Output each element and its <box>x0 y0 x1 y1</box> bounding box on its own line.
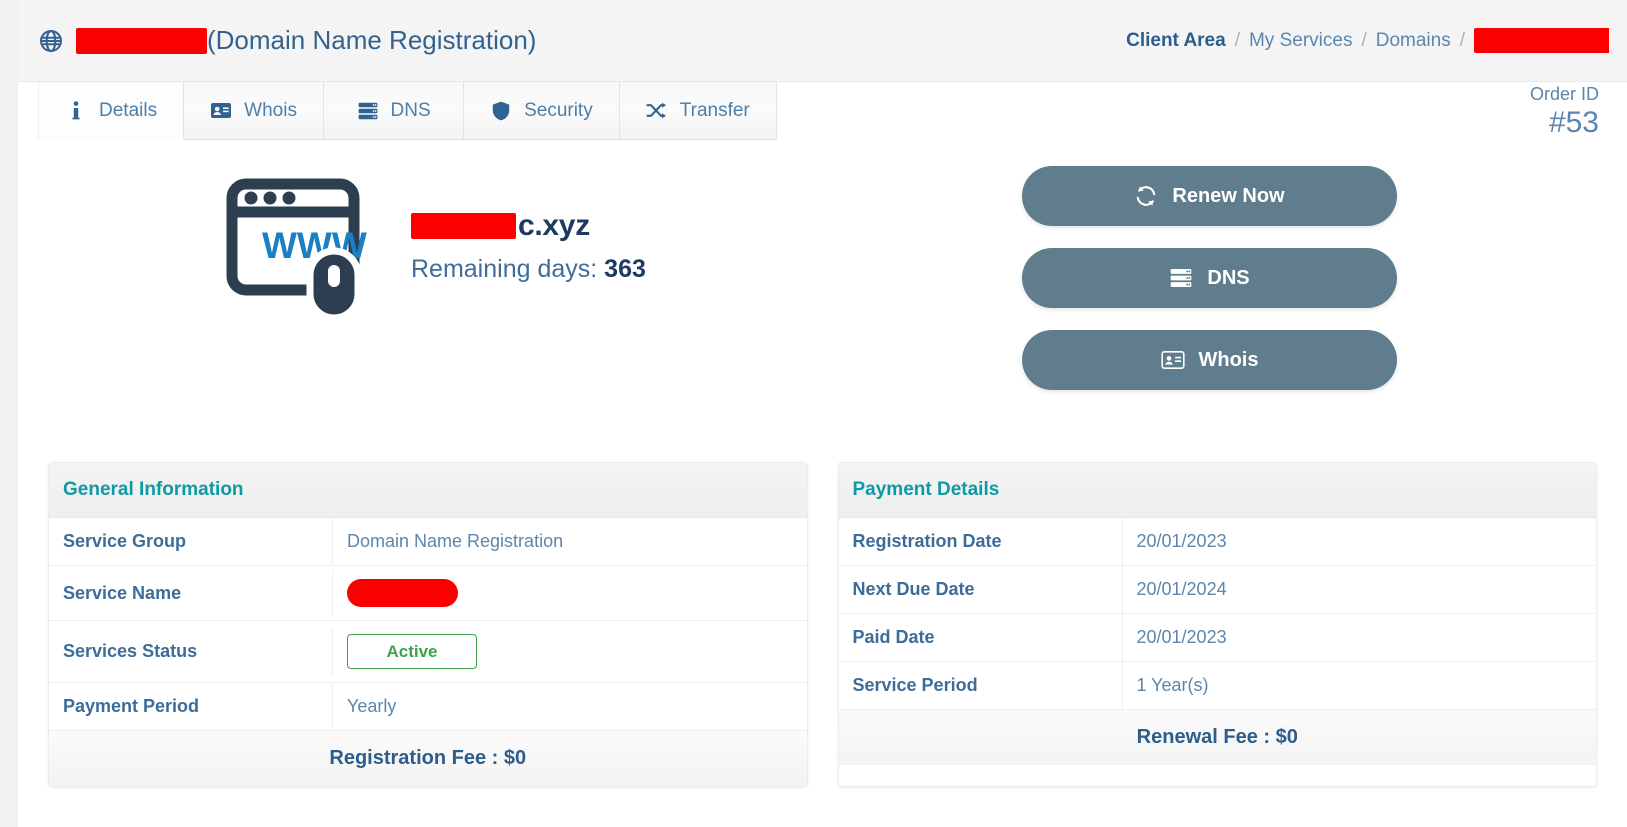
order-id-box: Order ID #53 <box>1530 84 1599 140</box>
tab-whois-label: Whois <box>244 100 297 121</box>
whois-button[interactable]: Whois <box>1022 330 1397 390</box>
domain-name: c.xyz <box>411 209 646 243</box>
registration-fee-footer: Registration Fee : $0 <box>49 731 807 786</box>
row-label: Service Group <box>49 518 333 565</box>
table-row: Paid Date 20/01/2023 <box>838 614 1596 662</box>
breadcrumb-separator: / <box>1361 29 1367 51</box>
tab-dns[interactable]: DNS <box>324 82 465 140</box>
breadcrumb-item-redacted <box>1474 28 1609 53</box>
hero-action-buttons: Renew Now DNS Whois <box>1022 166 1397 390</box>
www-browser-mouse-icon: WWW <box>226 168 381 318</box>
table-row: Service Name <box>49 566 807 621</box>
general-information-header: General Information <box>49 463 807 518</box>
redacted-service-name <box>347 579 458 607</box>
redacted-domain-name <box>76 27 207 54</box>
tab-security[interactable]: Security <box>464 82 620 140</box>
renewal-fee-footer: Renewal Fee : $0 <box>838 710 1596 765</box>
breadcrumb-item-domains[interactable]: Domains <box>1376 30 1451 52</box>
tab-dns-label: DNS <box>390 100 431 121</box>
row-label: Service Period <box>839 662 1123 709</box>
table-row: Registration Date 20/01/2023 <box>838 518 1596 566</box>
shuffle-icon <box>646 101 668 121</box>
general-information-title: General Information <box>63 479 244 500</box>
shield-icon <box>490 101 512 121</box>
tab-details[interactable]: Details <box>38 82 185 140</box>
status-badge[interactable]: Active <box>347 634 477 669</box>
renew-now-button[interactable]: Renew Now <box>1022 166 1397 226</box>
breadcrumb-separator: / <box>1459 29 1465 51</box>
row-label: Paid Date <box>839 614 1123 661</box>
table-row: Service Group Domain Name Registration <box>49 518 807 566</box>
hero-text-block: c.xyz Remaining days: 363 <box>411 203 646 284</box>
id-card-icon <box>1160 349 1185 371</box>
info-panels: General Information Service Group Domain… <box>18 462 1627 787</box>
general-information-panel: General Information Service Group Domain… <box>48 462 808 787</box>
info-icon <box>65 100 87 121</box>
row-value: 20/01/2024 <box>1136 579 1227 599</box>
row-label: Service Name <box>49 569 333 617</box>
breadcrumb: Client Area / My Services / Domains / <box>1126 28 1609 53</box>
server-icon <box>357 101 379 121</box>
tab-transfer[interactable]: Transfer <box>619 82 777 140</box>
row-value: 20/01/2023 <box>1136 531 1227 551</box>
server-icon <box>1169 267 1193 289</box>
dns-button-label: DNS <box>1207 266 1250 289</box>
page-root: (Domain Name Registration) Client Area /… <box>0 0 1627 827</box>
row-label: Registration Date <box>839 518 1123 565</box>
remaining-days-label: Remaining days: <box>411 254 598 283</box>
domain-name-suffix: c.xyz <box>518 208 590 242</box>
whois-button-label: Whois <box>1198 348 1259 371</box>
row-value: Domain Name Registration <box>347 531 564 551</box>
row-value <box>333 566 807 620</box>
breadcrumb-item-client-area[interactable]: Client Area <box>1126 30 1226 52</box>
table-row: Next Due Date 20/01/2024 <box>838 566 1596 614</box>
header-title-group: (Domain Name Registration) <box>38 25 536 56</box>
page-left-gutter <box>0 0 18 827</box>
page-header: (Domain Name Registration) Client Area /… <box>18 0 1627 82</box>
payment-details-panel: Payment Details Registration Date 20/01/… <box>837 462 1597 787</box>
row-value: 1 Year(s) <box>1136 675 1209 695</box>
tab-whois[interactable]: Whois <box>184 82 325 140</box>
hero-section: WWW c.xyz Remaining days: 363 Renew Now … <box>18 140 1627 420</box>
table-row: Services Status Active <box>49 621 807 683</box>
tabstrip-wrapper: Details Whois DNS Security Transfer Orde… <box>18 82 1627 140</box>
remaining-days: Remaining days: 363 <box>411 255 646 284</box>
table-row: Payment Period Yearly <box>49 683 807 731</box>
row-value: Active <box>333 621 807 682</box>
tabstrip: Details Whois DNS Security Transfer <box>38 82 795 140</box>
remaining-days-value: 363 <box>604 254 646 283</box>
hero-domain-summary: WWW c.xyz Remaining days: 363 <box>226 168 646 318</box>
row-label: Services Status <box>49 628 333 675</box>
globe-icon <box>38 28 64 54</box>
tab-details-label: Details <box>99 100 158 121</box>
renew-now-label: Renew Now <box>1172 184 1285 207</box>
row-value: 20/01/2023 <box>1136 627 1227 647</box>
order-id-value: #53 <box>1548 106 1599 140</box>
row-label: Payment Period <box>49 683 333 730</box>
refresh-icon <box>1134 185 1158 207</box>
order-id-label: Order ID <box>1529 84 1599 104</box>
payment-details-title: Payment Details <box>852 479 1000 500</box>
page-title-suffix: (Domain Name Registration) <box>207 25 537 55</box>
page-title: (Domain Name Registration) <box>76 25 536 56</box>
id-card-icon <box>210 101 232 121</box>
tab-security-label: Security <box>524 100 593 121</box>
redacted-domain-prefix <box>411 212 516 239</box>
table-row: Service Period 1 Year(s) <box>838 662 1596 710</box>
page-content: (Domain Name Registration) Client Area /… <box>18 0 1627 827</box>
row-value: Yearly <box>347 696 397 716</box>
dns-button[interactable]: DNS <box>1022 248 1397 308</box>
breadcrumb-item-my-services[interactable]: My Services <box>1249 30 1352 52</box>
breadcrumb-separator: / <box>1234 29 1240 51</box>
payment-details-header: Payment Details <box>838 463 1596 518</box>
row-label: Next Due Date <box>839 566 1123 613</box>
tab-transfer-label: Transfer <box>679 100 750 121</box>
